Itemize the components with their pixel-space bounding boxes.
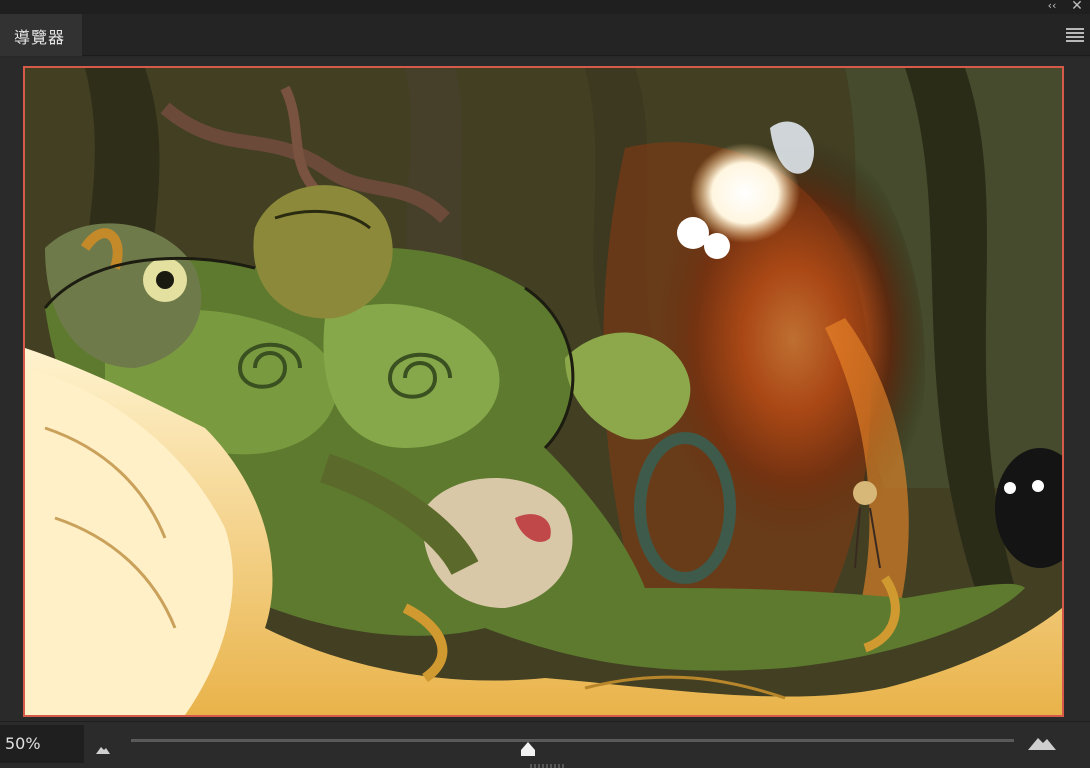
panel-resize-grip[interactable] [530,764,566,768]
close-panel-button[interactable]: ✕ [1068,0,1086,14]
zoom-control-bar: 50% [0,721,1090,768]
double-chevron-left-icon: ‹‹ [1047,0,1057,12]
tab-navigator-label: 導覽器 [14,28,66,47]
close-icon: ✕ [1071,0,1083,14]
large-mountain-icon [1028,738,1056,750]
zoom-slider-track[interactable] [131,739,1014,742]
slider-thumb-icon [521,742,536,756]
collapse-panel-button[interactable]: ‹‹ [1043,0,1061,13]
zoom-level-value: 50% [5,734,41,753]
panel-menu-button[interactable] [1066,28,1084,42]
hamburger-menu-icon [1066,28,1084,42]
navigator-preview-area [0,57,1090,721]
canvas-preview-thumbnail[interactable] [23,66,1064,717]
zoom-level-input[interactable]: 50% [0,725,84,763]
navigator-panel: ‹‹ ✕ 導覽器 50% [0,0,1090,768]
small-mountain-icon [96,747,110,754]
zoom-out-button[interactable] [96,739,110,754]
zoom-in-button[interactable] [1028,734,1056,750]
artwork-preview-image [25,68,1062,715]
zoom-slider-thumb[interactable] [519,740,537,758]
panel-top-strip: ‹‹ ✕ [0,0,1090,14]
panel-tab-bar: 導覽器 [0,14,1090,56]
tab-navigator[interactable]: 導覽器 [0,14,82,56]
